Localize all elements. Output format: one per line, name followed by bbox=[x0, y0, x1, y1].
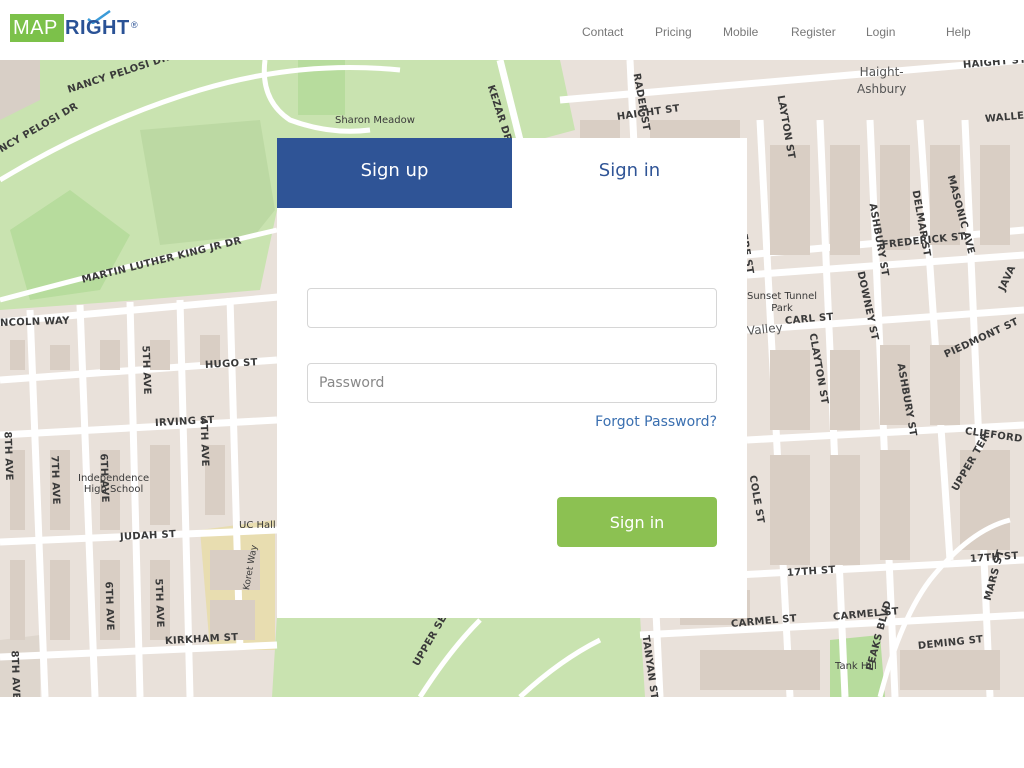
map-label-haight-ashbury: Haight- Ashbury bbox=[857, 65, 907, 96]
registered-mark: ® bbox=[131, 20, 138, 30]
map-label-6th-ave: 6TH AVE bbox=[97, 453, 111, 504]
map-label-8th-ave: 8TH AVE bbox=[1, 431, 15, 482]
nav-login-link[interactable]: Login bbox=[866, 25, 895, 39]
nav-pricing-link[interactable]: Pricing bbox=[655, 25, 692, 39]
map-label-4th-ave: 4TH AVE bbox=[197, 417, 211, 468]
mapright-logo[interactable]: MAP RIGHT ® bbox=[10, 10, 140, 44]
logo-right-text: RIGHT bbox=[65, 17, 130, 39]
nav-register-link[interactable]: Register bbox=[791, 25, 836, 39]
email-input[interactable] bbox=[307, 288, 717, 328]
tab-sign-up[interactable]: Sign up bbox=[277, 138, 512, 208]
nav-help-link[interactable]: Help bbox=[946, 25, 971, 39]
forgot-password-link[interactable]: Forgot Password? bbox=[595, 414, 717, 430]
map-label-uc-hall: UC Hall bbox=[239, 520, 276, 531]
map-label-8th-ave-2: 8TH AVE bbox=[8, 650, 22, 697]
nav-mobile-link[interactable]: Mobile bbox=[723, 25, 758, 39]
auth-panel: Sign up Sign in Forgot Password? Sign in bbox=[277, 138, 747, 618]
map-label-5th-ave-2: 5TH AVE bbox=[152, 578, 166, 629]
sign-in-button[interactable]: Sign in bbox=[557, 497, 717, 547]
nav-contact-link[interactable]: Contact bbox=[582, 25, 623, 39]
map-label-5th-ave: 5TH AVE bbox=[139, 345, 153, 396]
map-label-6th-ave-2: 6TH AVE bbox=[102, 581, 116, 632]
map-label-7th-ave: 7TH AVE bbox=[48, 455, 62, 506]
map-label-sunset-tunnel: Sunset Tunnel Park bbox=[747, 291, 818, 314]
logo-map-text: MAP bbox=[10, 14, 64, 42]
map-label-sharon-meadow: Sharon Meadow bbox=[335, 115, 415, 126]
top-header: MAP RIGHT ® Contact Pricing Mobile Regis… bbox=[0, 0, 1024, 60]
tab-sign-in[interactable]: Sign in bbox=[512, 138, 747, 208]
password-input[interactable] bbox=[307, 363, 717, 403]
map-label-independence-hs: Independence High School bbox=[78, 473, 150, 495]
